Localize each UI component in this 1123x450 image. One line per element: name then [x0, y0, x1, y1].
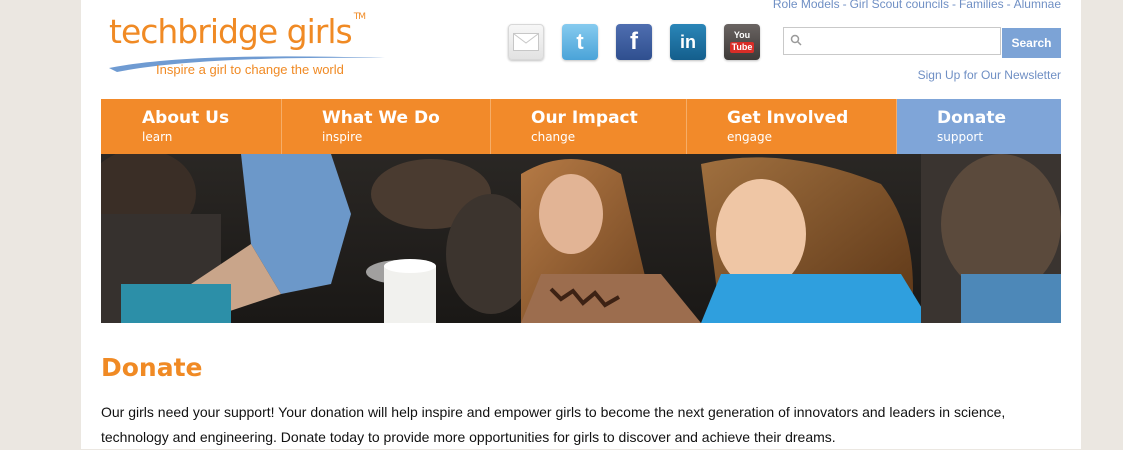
top-link-separator: -	[951, 0, 956, 11]
search-field	[783, 27, 1001, 55]
nav-subtitle: change	[531, 130, 576, 144]
nav-title: Get Involved	[727, 108, 849, 128]
main-nav: About Us learn What We Do inspire Our Im…	[101, 99, 1061, 154]
nav-item-our-impact[interactable]: Our Impact change	[491, 99, 687, 154]
logo-wordmark-text: techbridge girls	[109, 12, 353, 51]
nav-item-donate[interactable]: Donate support	[897, 99, 1061, 154]
youtube-glyph-bottom: Tube	[729, 42, 755, 53]
logo-tagline: Inspire a girl to change the world	[156, 62, 344, 77]
top-link-alumnae[interactable]: Alumnae	[1014, 0, 1061, 11]
facebook-icon[interactable]: f	[616, 24, 652, 60]
search-icon	[790, 34, 802, 46]
email-icon[interactable]	[508, 24, 544, 60]
nav-title: What We Do	[322, 108, 440, 128]
logo-wordmark: techbridge girls TM	[109, 12, 366, 51]
nav-item-get-involved[interactable]: Get Involved engage	[687, 99, 897, 154]
twitter-icon[interactable]: t	[562, 24, 598, 60]
nav-title: Our Impact	[531, 108, 638, 128]
top-links: Role Models - Girl Scout councils - Families…	[773, 0, 1061, 11]
top-link-separator: -	[1006, 0, 1011, 11]
nav-subtitle: support	[937, 130, 984, 144]
nav-title: Donate	[937, 108, 1007, 128]
nav-item-about-us[interactable]: About Us learn	[101, 99, 282, 154]
linkedin-glyph: in	[680, 31, 696, 52]
page: Role Models - Girl Scout councils - Families…	[81, 0, 1081, 449]
logo-tm: TM	[353, 12, 366, 22]
nav-subtitle: learn	[142, 130, 173, 144]
top-link-girl-scout-councils[interactable]: Girl Scout councils	[850, 0, 949, 11]
nav-item-what-we-do[interactable]: What We Do inspire	[282, 99, 491, 154]
nav-subtitle: inspire	[322, 130, 363, 144]
top-link-role-models[interactable]: Role Models	[773, 0, 840, 11]
youtube-glyph-top: You	[733, 30, 751, 40]
hero-photo	[101, 154, 1061, 323]
facebook-glyph: f	[630, 28, 638, 55]
search-button[interactable]: Search	[1002, 28, 1061, 58]
donate-intro-text: Our girls need your support! Your donati…	[101, 404, 1006, 445]
top-link-separator: -	[842, 0, 847, 11]
site-logo[interactable]: techbridge girls TM Inspire a girl to cha…	[109, 12, 399, 82]
nav-title: About Us	[142, 108, 230, 128]
social-icons: t f in You Tube	[508, 24, 760, 60]
top-link-families[interactable]: Families	[959, 0, 1004, 11]
page-title: Donate	[101, 353, 203, 382]
youtube-icon[interactable]: You Tube	[724, 24, 760, 60]
nav-subtitle: engage	[727, 130, 772, 144]
twitter-glyph: t	[576, 29, 584, 54]
newsletter-signup-link[interactable]: Sign Up for Our Newsletter	[918, 68, 1061, 82]
search-input[interactable]	[806, 31, 1000, 53]
linkedin-icon[interactable]: in	[670, 24, 706, 60]
